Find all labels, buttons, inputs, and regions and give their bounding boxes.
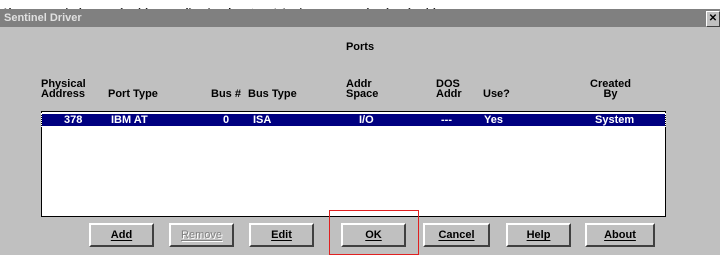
cell-dos-addr: ---: [441, 114, 452, 126]
ports-heading: Ports: [345, 41, 375, 53]
column-header-created-by: Created By: [590, 78, 631, 100]
table-row[interactable]: 378 IBM AT 0 ISA I/O --- Yes System: [41, 113, 666, 127]
column-header-physical-address: Physical Address: [41, 78, 86, 100]
edit-button[interactable]: Edit: [249, 223, 314, 247]
column-header-use: Use?: [483, 88, 510, 100]
cell-bus-type: ISA: [253, 114, 272, 126]
ports-list[interactable]: 378 IBM AT 0 ISA I/O --- Yes System: [41, 111, 666, 217]
column-header-bus-type: Bus Type: [248, 88, 297, 100]
cell-use: Yes: [484, 114, 503, 126]
column-header-port-type: Port Type: [108, 88, 158, 100]
cell-created-by: System: [595, 114, 635, 126]
cancel-button[interactable]: Cancel: [423, 223, 490, 247]
cell-physical-address: 378: [64, 114, 83, 126]
help-button[interactable]: Help: [506, 223, 571, 247]
remove-button[interactable]: Remove: [169, 223, 234, 247]
cell-port-type: IBM AT: [111, 114, 148, 126]
title-bar[interactable]: Sentinel Driver ✕: [0, 9, 720, 27]
close-icon[interactable]: ✕: [706, 11, 720, 27]
about-button[interactable]: About: [585, 223, 655, 247]
cell-addr-space: I/O: [359, 114, 374, 126]
column-header-addr-space: Addr Space: [346, 78, 379, 100]
column-header-dos-addr: DOS Addr: [436, 78, 462, 100]
cell-bus-num: 0: [223, 114, 230, 126]
column-header-bus-num: Bus #: [211, 88, 241, 100]
window-title: Sentinel Driver: [4, 12, 82, 24]
add-button[interactable]: Add: [89, 223, 154, 247]
ok-highlight-box: [329, 210, 419, 255]
